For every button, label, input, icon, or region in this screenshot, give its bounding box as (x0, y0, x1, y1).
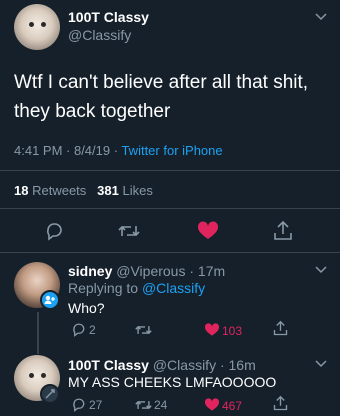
reply-icon[interactable] (71, 322, 86, 337)
reply-icon[interactable] (44, 221, 64, 241)
reply-count: 27 (89, 398, 103, 412)
share-icon[interactable] (273, 395, 288, 412)
reply-badge (40, 384, 60, 404)
like-icon[interactable] (204, 323, 220, 337)
reply-author-name[interactable]: sidney (68, 263, 112, 279)
tweet-source-link[interactable]: Twitter for iPhone (121, 143, 222, 158)
retweets-count[interactable]: 18 (14, 183, 28, 198)
tweet-text-line-2: they back together (14, 101, 171, 122)
tweet-text-line-1: Wtf I can't believe after all that shit, (14, 72, 309, 93)
likes-label[interactable]: Likes (122, 183, 152, 198)
tweet-meta: 4:41 PM · 8/4/19 · Twitter for iPhone (14, 143, 223, 158)
likes-count[interactable]: 381 (97, 183, 119, 198)
like-count: 103 (222, 324, 243, 338)
share-icon[interactable] (273, 220, 293, 242)
divider (0, 208, 340, 209)
share-icon[interactable] (273, 320, 288, 337)
avatar[interactable] (14, 4, 60, 50)
like-icon[interactable] (197, 221, 219, 241)
reply-handle-time[interactable]: @Classify · 16m (153, 357, 256, 373)
reply-count: 2 (89, 323, 96, 337)
follow-badge (40, 290, 60, 310)
divider (0, 252, 340, 253)
reply-author-name[interactable]: 100T Classy (68, 357, 149, 373)
reply-icon[interactable] (71, 397, 86, 412)
reply-text: MY ASS CHEEKS LMFAOOOOO (68, 374, 277, 390)
retweet-icon[interactable] (118, 222, 140, 240)
thread-line (37, 312, 39, 354)
reply-text: Who? (68, 300, 105, 316)
divider (0, 170, 340, 171)
like-count: 467 (222, 399, 243, 413)
replying-to: Replying to @Classify (68, 280, 205, 296)
chevron-down-icon[interactable] (315, 265, 327, 275)
reply-header: sidney @Viperous · 17m (68, 263, 225, 279)
retweet-icon[interactable] (135, 323, 152, 337)
reply-header: 100T Classy @Classify · 16m (68, 357, 256, 373)
replying-to-label: Replying to (68, 280, 139, 296)
chevron-down-icon[interactable] (315, 12, 327, 22)
retweet-icon[interactable] (135, 398, 152, 412)
author-name[interactable]: 100T Classy (68, 9, 149, 25)
retweet-count: 24 (154, 398, 168, 412)
engagement-stats: 18 Retweets 381 Likes (14, 183, 153, 198)
like-icon[interactable] (204, 398, 220, 412)
reply-handle-time[interactable]: @Viperous · 17m (116, 263, 225, 279)
retweets-label[interactable]: Retweets (32, 183, 86, 198)
chevron-down-icon[interactable] (315, 359, 327, 369)
replying-to-handle[interactable]: @Classify (142, 280, 205, 296)
tweet-timestamp: 4:41 PM · 8/4/19 · (14, 143, 119, 158)
author-handle[interactable]: @Classify (68, 27, 131, 43)
